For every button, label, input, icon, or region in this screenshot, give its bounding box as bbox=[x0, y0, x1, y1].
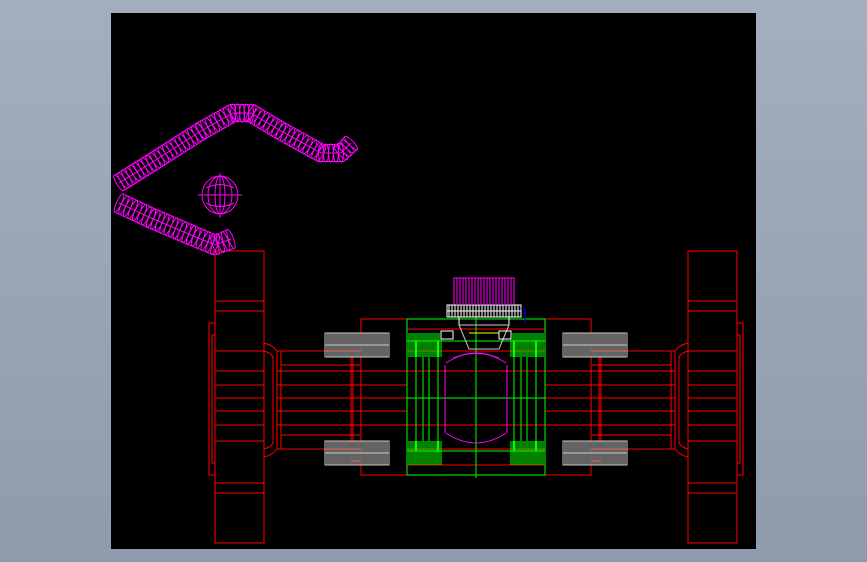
valve-seat bbox=[406, 313, 546, 478]
cad-viewport[interactable] bbox=[111, 13, 756, 549]
stem-fins bbox=[456, 278, 512, 305]
left-pipe-neck bbox=[277, 350, 361, 450]
right-pipe-neck bbox=[591, 350, 675, 450]
handle-knob bbox=[198, 173, 242, 218]
valve-drawing bbox=[113, 103, 744, 544]
left-flange bbox=[208, 250, 278, 544]
lever-handle bbox=[113, 103, 359, 256]
right-flange bbox=[674, 250, 744, 544]
